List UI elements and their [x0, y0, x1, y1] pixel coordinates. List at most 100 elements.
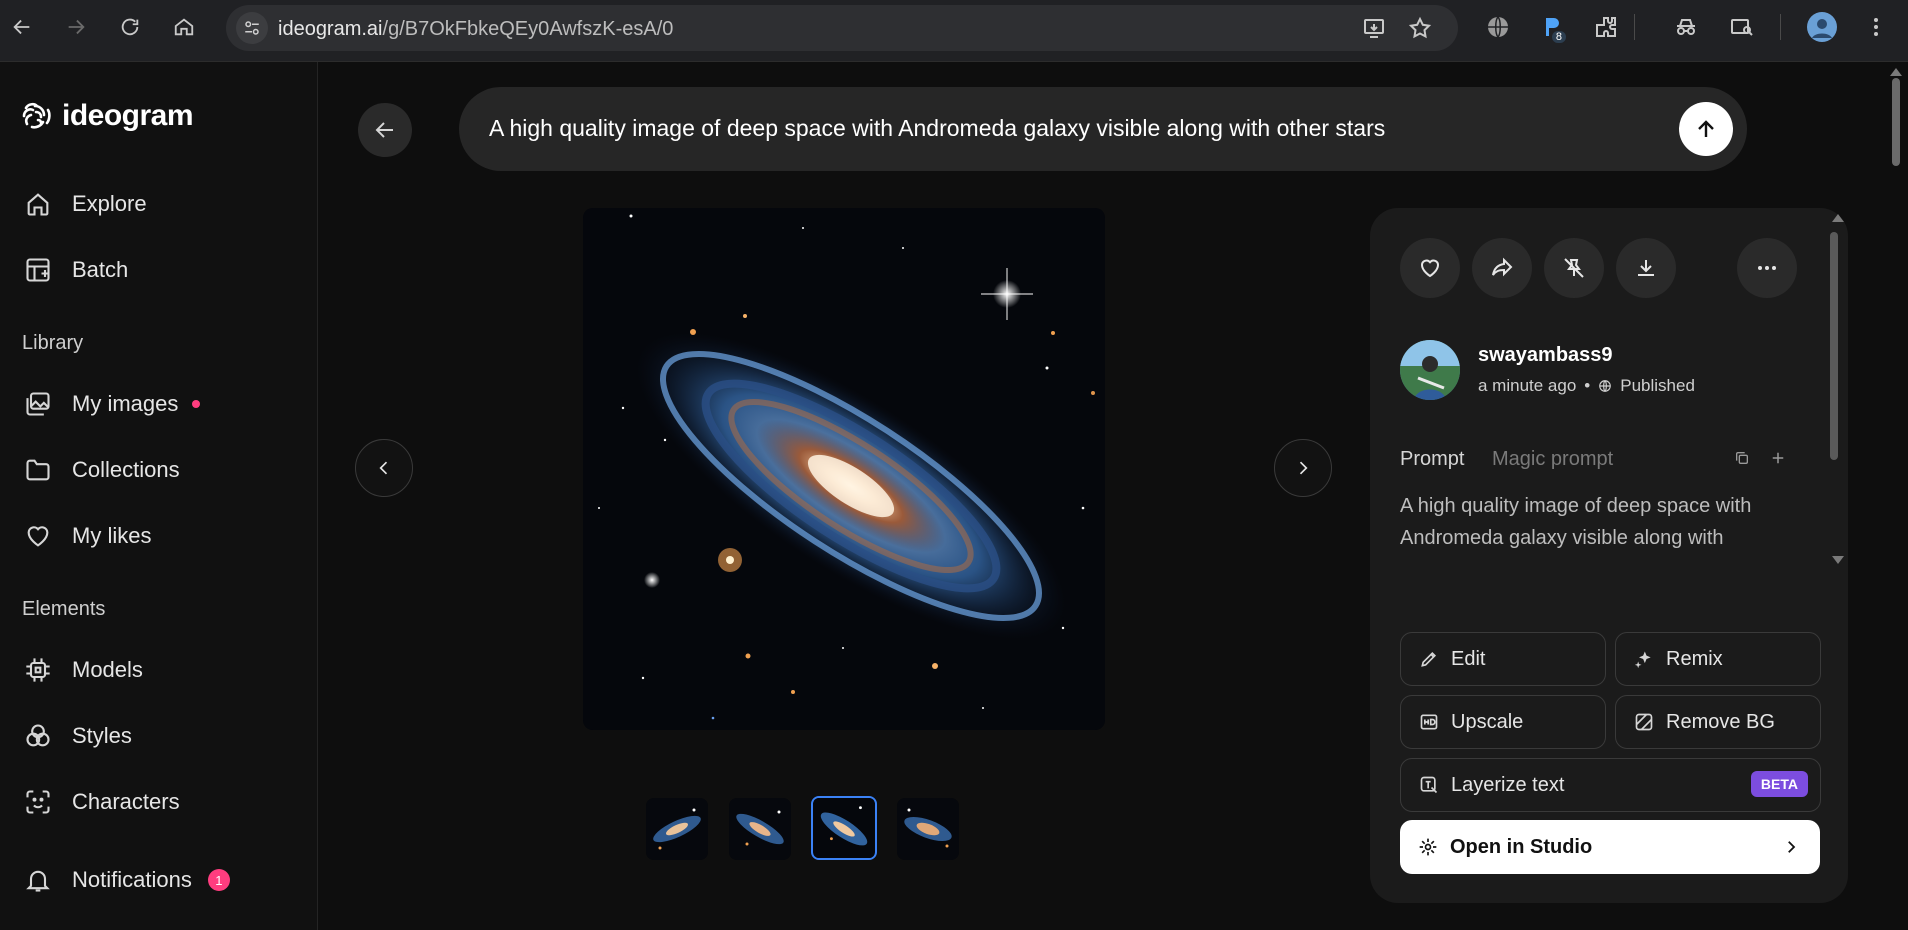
prompt-body-text: A high quality image of deep space with … [1400, 495, 1752, 549]
open-in-studio-button[interactable]: Open in Studio [1400, 820, 1820, 874]
address-bar[interactable]: ideogram.ai/g/B7OkFbkeQEy0AwfszK-esA/0 [226, 5, 1458, 51]
library-heading: Library [22, 332, 84, 354]
avatar[interactable] [1400, 340, 1460, 400]
remove-bg-button[interactable]: Remove BG [1615, 695, 1821, 749]
brand-logo[interactable]: ideogram [18, 98, 194, 134]
tab-prompt[interactable]: Prompt [1400, 448, 1464, 471]
profile-avatar-icon[interactable] [1806, 11, 1838, 43]
remix-label: Remix [1666, 647, 1723, 670]
like-button[interactable] [1400, 238, 1460, 298]
next-image-button[interactable] [1274, 439, 1332, 497]
more-options-button[interactable] [1737, 238, 1797, 298]
prompt-input-bar[interactable]: A high quality image of deep space with … [459, 87, 1747, 171]
sidebar: ideogram Explore Batch Library My images… [0, 62, 318, 930]
site-settings-icon[interactable] [236, 12, 268, 44]
meta-separator: • [1584, 376, 1591, 395]
sidebar-item-my-likes[interactable]: My likes [22, 516, 151, 556]
panel-scrollbar-thumb[interactable] [1830, 232, 1838, 460]
back-button[interactable] [358, 103, 412, 157]
styles-icon [22, 720, 54, 752]
url-text: ideogram.ai/g/B7OkFbkeQEy0AwfszK-esA/0 [278, 18, 674, 40]
images-icon [22, 388, 54, 420]
thumbnail-4[interactable] [897, 798, 959, 860]
generated-image[interactable] [583, 208, 1105, 730]
upscale-label: Upscale [1451, 710, 1524, 733]
submit-prompt-button[interactable] [1679, 102, 1733, 156]
copy-icon [1736, 452, 1748, 464]
toolbar-divider [1634, 14, 1635, 40]
thumbnail-2[interactable] [729, 798, 791, 860]
share-button[interactable] [1472, 238, 1532, 298]
sidebar-item-label: Explore [72, 191, 147, 216]
page-scroll-up-arrow[interactable] [1890, 68, 1902, 76]
galaxy-thumbnail-3 [814, 798, 874, 858]
sidebar-item-characters[interactable]: Characters [22, 782, 180, 822]
layerize-label: Layerize text [1451, 773, 1565, 796]
sidebar-item-label: Styles [72, 723, 132, 748]
sidebar-item-models[interactable]: Models [22, 650, 143, 690]
sidebar-item-notifications[interactable]: Notifications 1 [22, 860, 230, 900]
sidebar-item-collections[interactable]: Collections [22, 450, 180, 490]
panel-scroll-down-arrow[interactable] [1832, 556, 1844, 564]
username[interactable]: swayambass9 [1478, 344, 1613, 367]
thumbnail-1[interactable] [646, 798, 708, 860]
panel-scroll-up-arrow[interactable] [1832, 214, 1844, 222]
remix-button[interactable]: Remix [1615, 632, 1821, 686]
reload-icon[interactable] [114, 11, 146, 43]
upscale-hd-icon [1420, 714, 1438, 730]
add-prompt-button[interactable] [1768, 448, 1788, 468]
sidebar-item-label: Notifications [72, 867, 192, 892]
bookmark-star-icon[interactable] [1406, 14, 1434, 42]
back-nav-icon[interactable] [6, 11, 38, 43]
chevron-right-icon [1299, 461, 1308, 475]
copy-prompt-button[interactable] [1732, 448, 1752, 468]
incognito-icon[interactable] [1670, 11, 1702, 43]
browser-menu-icon[interactable] [1860, 11, 1892, 43]
sidebar-item-explore[interactable]: Explore [22, 184, 147, 224]
sidebar-item-styles[interactable]: Styles [22, 716, 132, 756]
chevron-left-icon [379, 461, 388, 475]
tab-search-icon[interactable] [1726, 11, 1758, 43]
tab-magic-prompt[interactable]: Magic prompt [1492, 448, 1613, 471]
globe-extension-icon[interactable] [1482, 11, 1514, 43]
remove-bg-label: Remove BG [1666, 710, 1775, 733]
install-app-icon[interactable] [1360, 14, 1388, 42]
upscale-button[interactable]: Upscale [1400, 695, 1606, 749]
extension-badge-count: 8 [1551, 31, 1566, 43]
sidebar-item-my-images[interactable]: My images [22, 384, 201, 424]
home-nav-icon[interactable] [168, 11, 200, 43]
sparkle-icon [1634, 651, 1651, 669]
extension-badge-icon[interactable]: 8 [1536, 11, 1568, 43]
thumbnail-3[interactable] [811, 796, 877, 860]
unpin-button[interactable] [1544, 238, 1604, 298]
sidebar-item-label: Batch [72, 257, 129, 282]
previous-image-button[interactable] [355, 439, 413, 497]
forward-nav-icon[interactable] [60, 11, 92, 43]
sidebar-item-label: My likes [72, 523, 152, 548]
sidebar-item-batch[interactable]: Batch [22, 250, 128, 290]
elements-heading: Elements [22, 598, 106, 620]
sidebar-item-label: Collections [72, 457, 180, 482]
extensions-puzzle-icon[interactable] [1590, 11, 1622, 43]
user-avatar-image [1400, 340, 1460, 400]
notification-count-badge: 1 [207, 869, 230, 891]
sidebar-item-label: Characters [72, 789, 180, 814]
edit-pencil-icon [1421, 651, 1437, 667]
download-button[interactable] [1616, 238, 1676, 298]
brand-name: ideogram [62, 99, 194, 132]
batch-icon [22, 254, 54, 286]
edit-label: Edit [1451, 647, 1486, 670]
home-icon [22, 188, 54, 220]
edit-button[interactable]: Edit [1400, 632, 1606, 686]
arrow-left-icon [375, 122, 393, 138]
galaxy-thumbnail-1 [646, 798, 708, 860]
visibility-status: Published [1620, 376, 1695, 395]
chevron-right-icon [1788, 841, 1796, 853]
galaxy-thumbnail-2 [729, 798, 791, 860]
heart-icon [22, 520, 54, 552]
post-time: a minute ago [1478, 376, 1577, 395]
layerize-text-button[interactable]: Layerize text BETA [1400, 758, 1821, 812]
page-scrollbar-thumb[interactable] [1892, 78, 1900, 166]
prompt-text[interactable]: A high quality image of deep space with … [489, 115, 1385, 142]
toolbar-divider-2 [1780, 14, 1781, 40]
